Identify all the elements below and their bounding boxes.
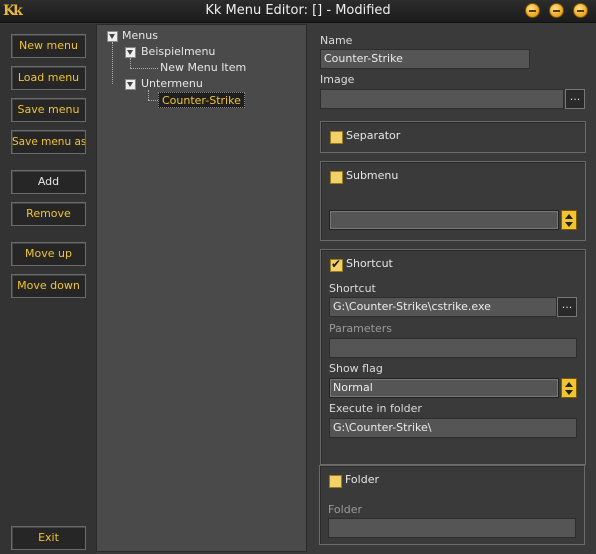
action-panel: New menu Load menu Save menu Save menu a…	[0, 24, 96, 554]
execute-in-folder-label: Execute in folder	[329, 402, 422, 415]
tree-connector	[130, 68, 158, 69]
properties-panel: Name Counter-Strike Image ... Separator …	[310, 24, 596, 554]
shortcut-browse-button[interactable]: ...	[557, 297, 577, 317]
show-flag-select[interactable]: Normal	[329, 378, 559, 398]
parameters-label: Parameters	[329, 322, 392, 335]
load-menu-button[interactable]: Load menu	[11, 66, 86, 90]
name-label: Name	[320, 34, 353, 47]
submenu-spinner-icon[interactable]	[561, 210, 577, 230]
tree-item-untermenu[interactable]: Untermenu	[141, 76, 203, 92]
tree-item-counter-strike[interactable]: Counter-Strike	[158, 92, 245, 108]
maximize-icon[interactable]	[549, 3, 564, 18]
separator-checkbox[interactable]	[330, 131, 343, 144]
folder-checkbox[interactable]	[329, 475, 342, 488]
shortcut-checkbox[interactable]	[330, 257, 343, 272]
folder-group: Folder Folder	[319, 465, 585, 545]
shortcut-label: Shortcut	[329, 282, 376, 295]
close-icon[interactable]	[573, 3, 588, 18]
collapse-toggle-icon[interactable]	[125, 47, 136, 58]
tree-connector	[148, 90, 149, 100]
tree-item-new-menu-item[interactable]: New Menu Item	[160, 60, 246, 76]
submenu-checkbox[interactable]	[330, 171, 343, 184]
shortcut-check-label: Shortcut	[346, 257, 393, 270]
tree-connector	[112, 42, 113, 84]
image-field[interactable]	[320, 89, 564, 109]
new-menu-button[interactable]: New menu	[11, 34, 86, 58]
add-button[interactable]: Add	[11, 170, 86, 194]
save-menu-button[interactable]: Save menu	[11, 98, 86, 122]
tree-connector	[148, 100, 158, 101]
submenu-label: Submenu	[346, 169, 399, 182]
window-title: Kk Menu Editor: [] - Modified	[205, 3, 391, 18]
remove-button[interactable]: Remove	[11, 202, 86, 226]
collapse-toggle-icon[interactable]	[125, 79, 136, 90]
tree-item-menus[interactable]: Menus	[122, 28, 158, 44]
tree-item-beispielmenu[interactable]: Beispielmenu	[141, 44, 215, 60]
move-down-button[interactable]: Move down	[11, 274, 86, 298]
collapse-toggle-icon[interactable]	[107, 31, 118, 42]
menu-tree[interactable]: Menus Beispielmenu New Menu Item Unterme…	[96, 24, 307, 552]
execute-in-folder-field[interactable]: G:\Counter-Strike\	[329, 418, 577, 438]
folder-check-label: Folder	[345, 473, 379, 486]
submenu-group: Submenu	[320, 161, 586, 241]
save-menu-as-button[interactable]: Save menu as	[11, 130, 86, 154]
title-bar[interactable]: Kk Kk Menu Editor: [] - Modified	[0, 0, 596, 23]
minimize-icon[interactable]	[525, 3, 540, 18]
shortcut-group: Shortcut Shortcut G:\Counter-Strike\cstr…	[320, 249, 586, 465]
folder-label: Folder	[328, 503, 362, 516]
show-flag-label: Show flag	[329, 362, 383, 375]
folder-field[interactable]	[328, 518, 576, 538]
submenu-select[interactable]	[329, 210, 559, 230]
name-field[interactable]: Counter-Strike	[320, 49, 530, 69]
move-up-button[interactable]: Move up	[11, 242, 86, 266]
parameters-field[interactable]	[329, 338, 577, 358]
image-label: Image	[320, 73, 355, 86]
shortcut-field[interactable]: G:\Counter-Strike\cstrike.exe	[329, 297, 557, 317]
separator-label: Separator	[346, 129, 401, 142]
tree-connector	[130, 58, 131, 68]
show-flag-spinner-icon[interactable]	[561, 378, 577, 398]
exit-button[interactable]: Exit	[11, 526, 86, 550]
image-browse-button[interactable]: ...	[565, 89, 585, 109]
separator-group: Separator	[320, 121, 586, 153]
